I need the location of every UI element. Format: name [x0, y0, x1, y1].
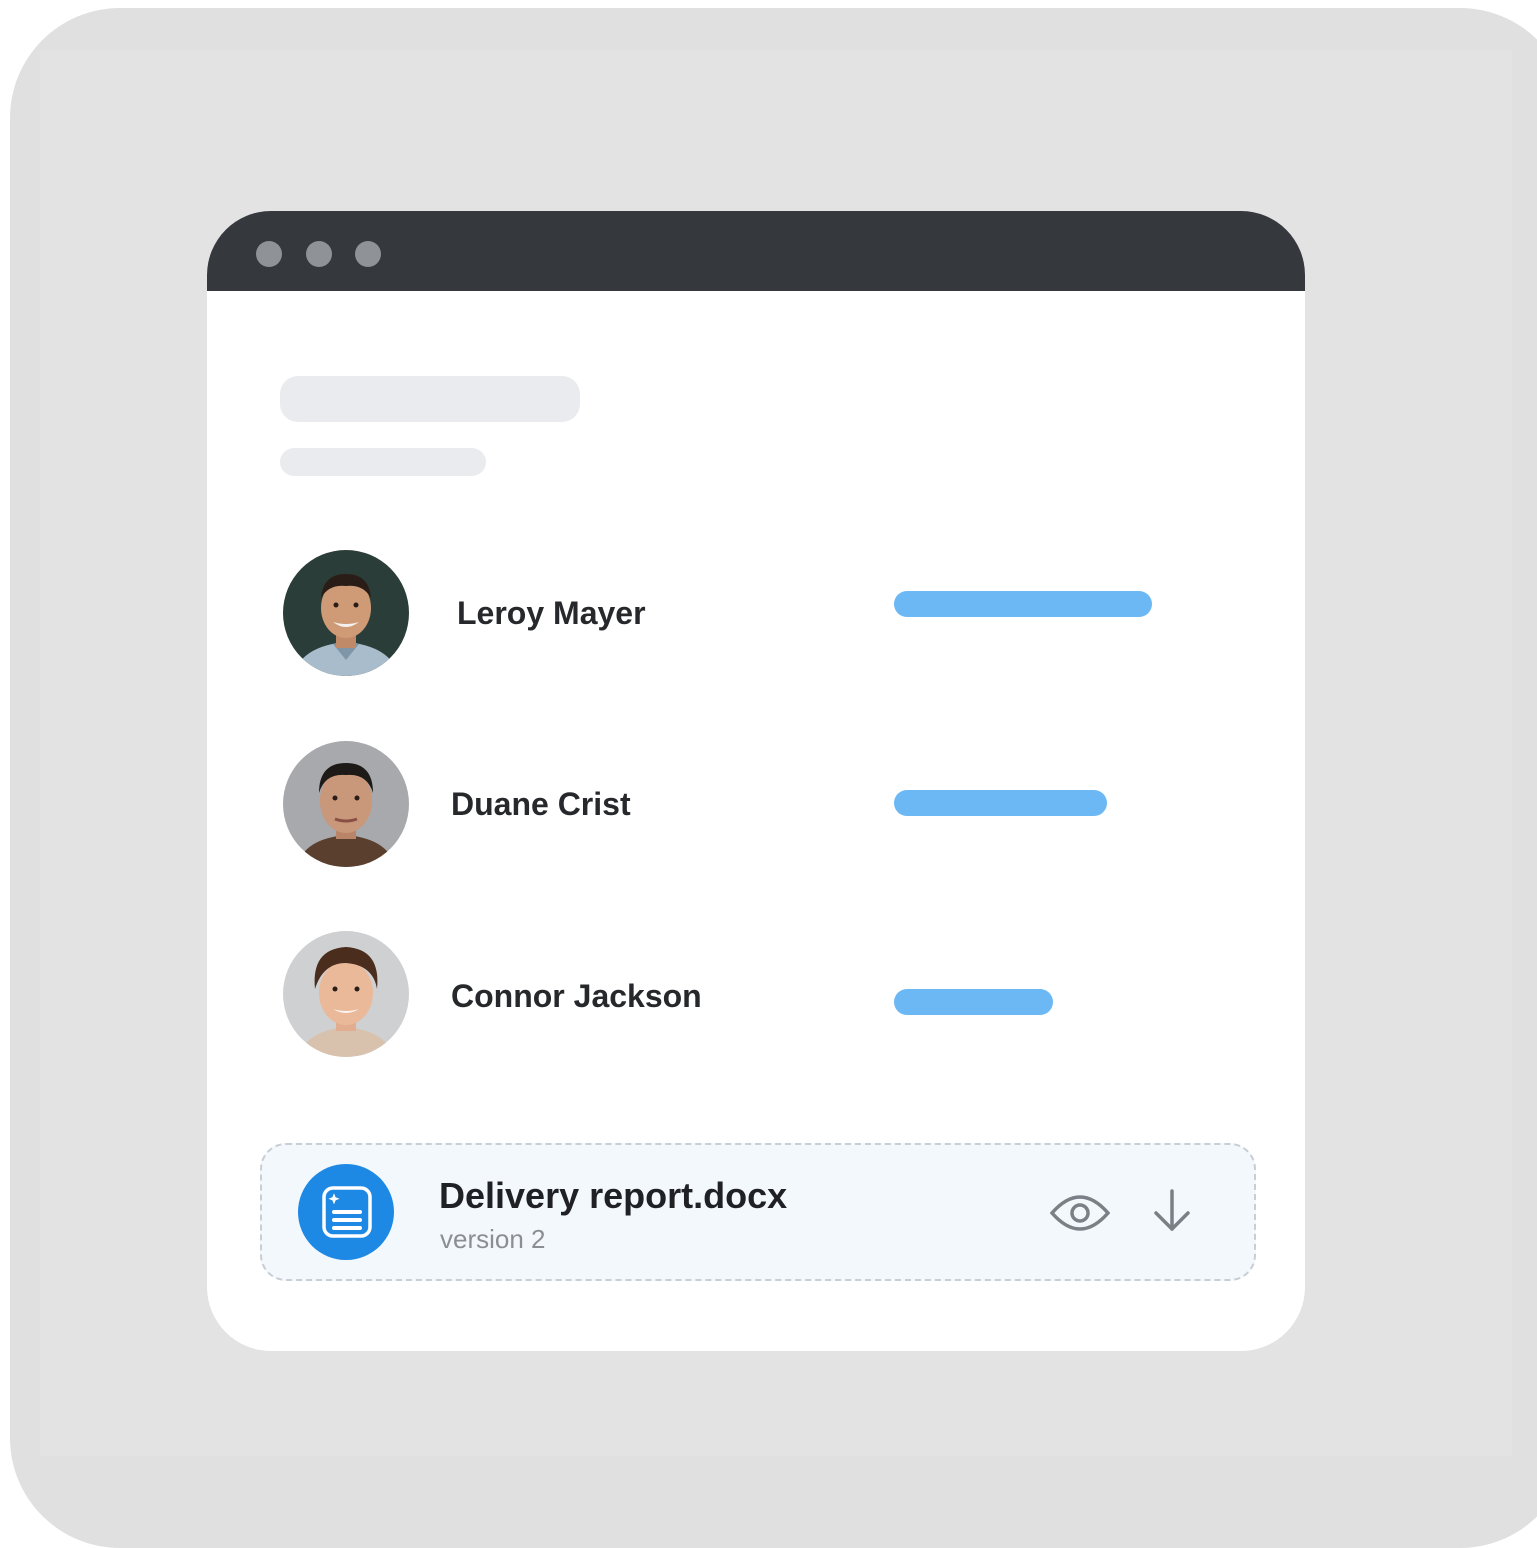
person-name: Connor Jackson	[451, 978, 702, 1014]
progress-bar-fill	[894, 591, 1152, 617]
window-dot-2[interactable]	[306, 241, 332, 267]
progress-bar-fill	[894, 989, 1053, 1015]
person-name: Leroy Mayer	[457, 595, 646, 631]
file-name: Delivery report.docx	[439, 1175, 788, 1216]
progress-bar	[894, 790, 1194, 816]
window-dot-3[interactable]	[355, 241, 381, 267]
list-item[interactable]: Leroy Mayer	[207, 549, 1305, 679]
skeleton-subtitle	[280, 448, 486, 476]
skeleton-title	[280, 376, 580, 422]
progress-bar	[894, 989, 1194, 1015]
list-item[interactable]: Connor Jackson	[207, 931, 1305, 1061]
document-icon	[298, 1164, 394, 1260]
window-titlebar	[207, 211, 1305, 291]
file-version: version 2	[440, 1224, 546, 1254]
eye-icon[interactable]	[1049, 1185, 1111, 1241]
avatar	[283, 931, 409, 1057]
file-attachment[interactable]: Delivery report.docx version 2	[260, 1143, 1256, 1281]
app-window: Leroy Mayer Duane Crist Connor Jackson D…	[207, 211, 1305, 1351]
list-item[interactable]: Duane Crist	[207, 740, 1305, 870]
person-name: Duane Crist	[451, 786, 631, 822]
progress-bar-fill	[894, 790, 1107, 816]
progress-bar	[894, 591, 1194, 617]
window-dot-1[interactable]	[256, 241, 282, 267]
avatar	[283, 550, 409, 676]
download-arrow-icon[interactable]	[1148, 1185, 1208, 1241]
avatar	[283, 741, 409, 867]
